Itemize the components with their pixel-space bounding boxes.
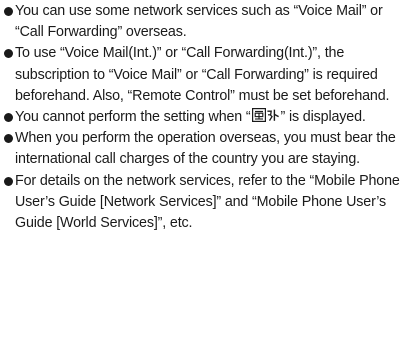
note-text: To use “Voice Mail(Int.)” or “Call Forwa… [15, 45, 390, 104]
note-item: For details on the network services, ref… [4, 171, 406, 235]
note-item: You can use some network services such a… [4, 1, 406, 43]
note-text: For details on the network services, ref… [15, 172, 400, 232]
note-text: You can use some network services such a… [15, 3, 383, 41]
bullet-icon [4, 49, 13, 59]
bullet-icon [4, 7, 13, 16]
note-text-before-icon: You cannot perform the setting when “ [15, 109, 251, 126]
bullet-icon [4, 134, 13, 144]
bullet-icon [4, 176, 13, 186]
bullet-icon [4, 113, 13, 123]
note-item: When you perform the operation overseas,… [4, 128, 406, 170]
notes-list: You can use some network services such a… [4, 1, 406, 234]
out-of-area-icon [251, 108, 280, 123]
note-item: You cannot perform the setting when “ ” … [4, 107, 406, 128]
note-item: To use “Voice Mail(Int.)” or “Call Forwa… [4, 43, 406, 107]
note-text: When you perform the operation overseas,… [15, 130, 396, 168]
note-text-after-icon: ” is displayed. [280, 109, 366, 126]
